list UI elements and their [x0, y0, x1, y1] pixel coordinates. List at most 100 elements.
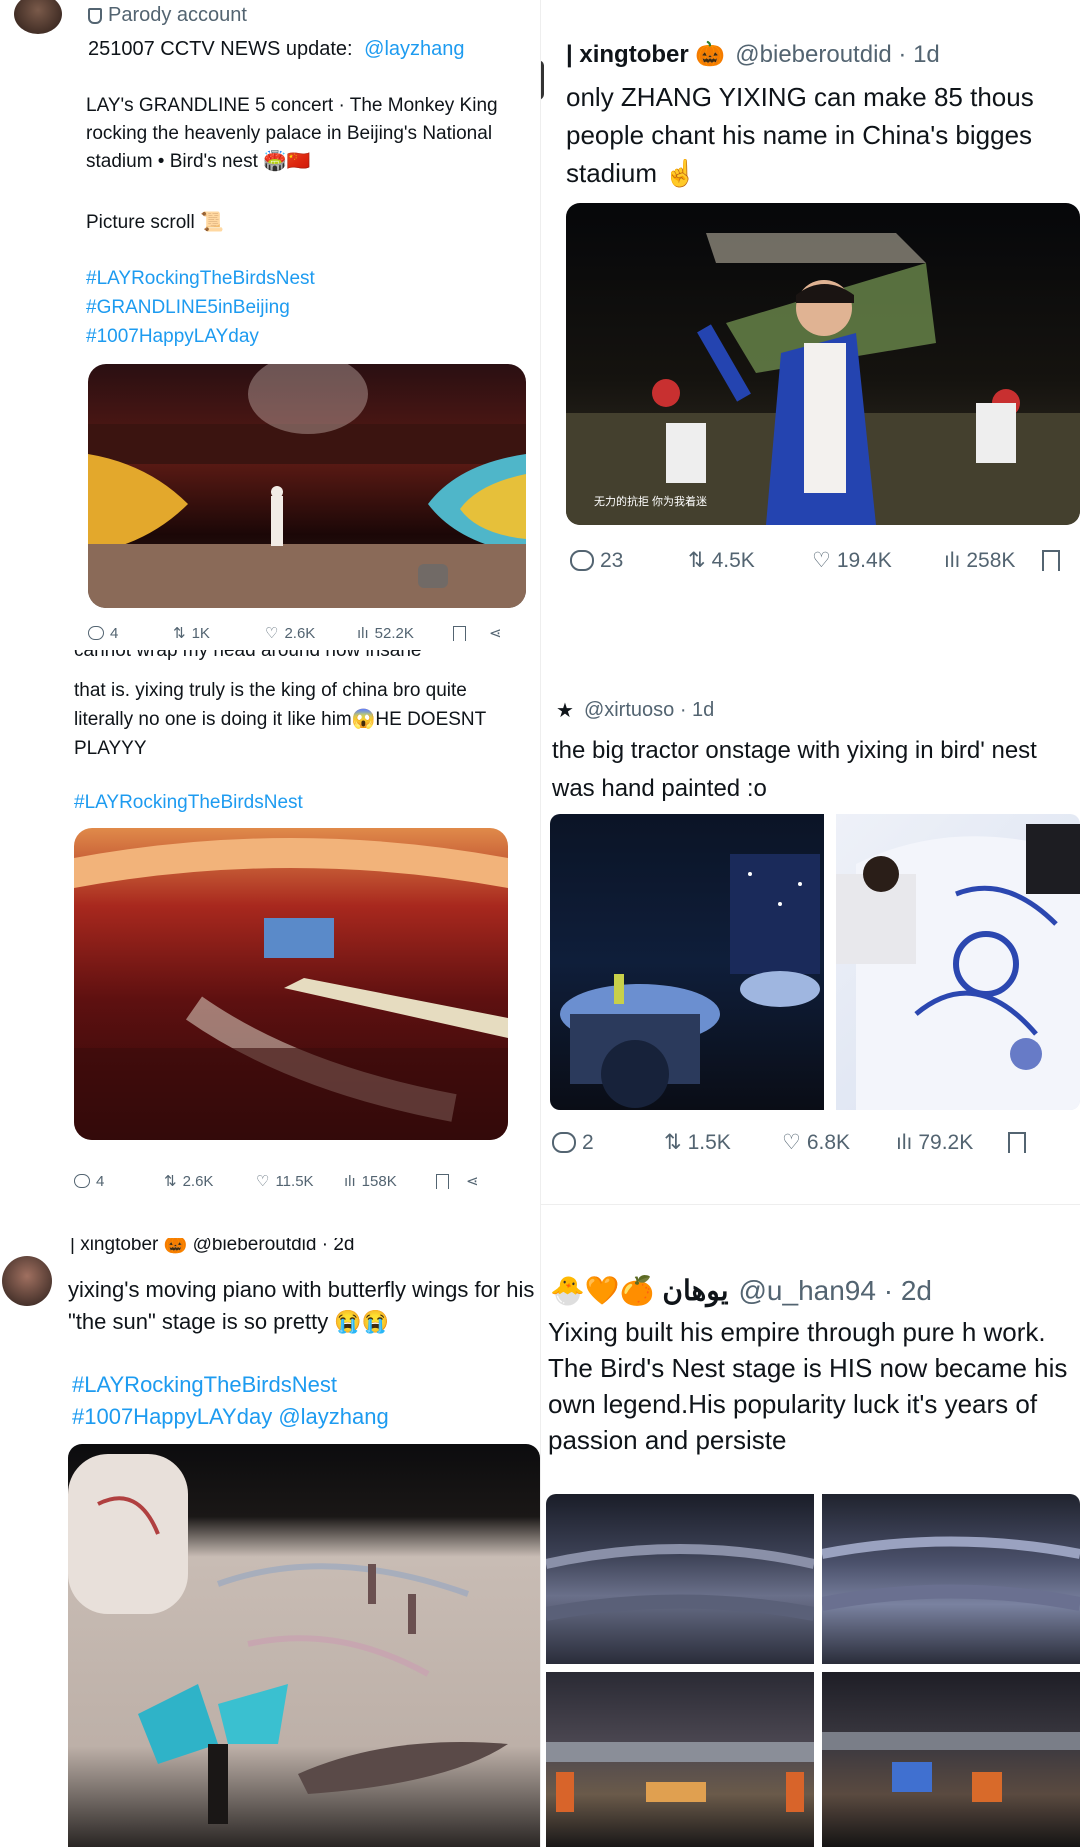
mention-link[interactable]: @layzhang — [364, 38, 464, 60]
repost-icon: ⇅ — [688, 549, 706, 572]
tweet-header: ★ @xirtuoso · 1d — [556, 698, 714, 723]
bookmark-button[interactable] — [1008, 1132, 1026, 1153]
like-button[interactable]: ♡ 19.4K — [812, 548, 944, 573]
mention-link[interactable]: @layzhang — [278, 1404, 388, 1429]
bookmark-icon — [1042, 550, 1060, 571]
like-button[interactable]: ♡ 11.5K — [256, 1172, 344, 1191]
tweet-card-cctv: Parody account 251007 CCTV NEWS update: … — [0, 0, 540, 650]
stadium-crowd-photo-2[interactable] — [822, 1494, 1080, 1664]
performance-video-thumbnail[interactable]: 无力的抗拒 你为我着迷 — [566, 203, 1080, 525]
butterfly-stage-illustration — [68, 1454, 508, 1824]
hashtag-link[interactable]: #1007HappyLAYday — [86, 326, 259, 348]
tractor-stage-photo[interactable] — [550, 814, 824, 1110]
reply-button[interactable]: 4 — [88, 625, 173, 642]
tweet-header-cut: | xingtober 🎃 @bieberoutdid · 2d — [70, 1238, 355, 1255]
handle-time: @xirtuoso · 1d — [583, 699, 715, 721]
stage-lights-illustration — [546, 1742, 814, 1812]
tweet-body-cut: cannot wrap my head around how insane — [74, 650, 422, 661]
stadium-crowd-photo-1[interactable] — [546, 1494, 814, 1664]
crowd-illustration — [822, 1536, 1080, 1611]
tweet-card-king-of-china: cannot wrap my head around how insane th… — [0, 650, 540, 1238]
handle-time: @u_han94 · 2d — [738, 1274, 932, 1306]
heart-icon: ♡ — [782, 1131, 801, 1154]
views-icon: ılı — [344, 1172, 356, 1190]
tweet-card-xingtober: | xingtober 🎃 @bieberoutdid · 1d only ZH… — [540, 0, 1080, 600]
bookmark-button[interactable] — [1042, 550, 1060, 571]
repost-button[interactable]: ⇅ 4.5K — [688, 548, 812, 573]
hashtag-link[interactable]: #1007HappyLAYday — [72, 1404, 272, 1429]
bookmark-icon — [1008, 1132, 1026, 1153]
bookmark-icon — [453, 625, 466, 641]
hand-painting-photo[interactable] — [836, 814, 1080, 1110]
reply-button[interactable]: 4 — [74, 1173, 164, 1190]
views-button[interactable]: ılı 258K — [944, 549, 1042, 573]
handle-time: @bieberoutdid · 1d — [735, 40, 940, 68]
views-button[interactable]: ılı 52.2K — [357, 625, 453, 642]
tweet-body: only ZHANG YIXING can make 85 thous peop… — [566, 82, 1034, 188]
bookmark-button[interactable] — [453, 625, 489, 641]
bookmark-icon — [436, 1173, 449, 1189]
repost-button[interactable]: ⇅ 1K — [173, 624, 265, 643]
reply-icon — [88, 626, 104, 640]
repost-button[interactable]: ⇅ 1.5K — [664, 1130, 782, 1155]
stage-lights-illustration — [822, 1732, 1080, 1802]
reply-button[interactable]: 2 — [552, 1131, 664, 1155]
reply-icon — [570, 550, 594, 571]
views-icon: ılı — [357, 624, 369, 642]
bookmark-button[interactable] — [436, 1173, 466, 1189]
hashtag-link[interactable]: #LAYRockingTheBirdsNest — [86, 268, 315, 290]
stadium-stage-photo-2[interactable] — [822, 1672, 1080, 1847]
share-icon: ⋖ — [466, 1173, 479, 1190]
stadium-wide-photo[interactable] — [74, 828, 508, 1140]
heart-icon: ♡ — [265, 625, 279, 642]
tweet-body: yixing's moving piano with butterfly win… — [68, 1277, 535, 1334]
share-icon: ⋖ — [489, 625, 502, 642]
tweet-body: LAY's GRANDLINE 5 concert · The Monkey K… — [86, 95, 498, 172]
display-name[interactable]: | xingtober 🎃 — [566, 40, 725, 69]
like-button[interactable]: ♡ 2.6K — [265, 624, 357, 643]
collage-divider — [540, 1204, 1080, 1205]
hashtag-link[interactable]: #LAYRockingTheBirdsNest — [72, 1372, 337, 1398]
performer-illustration — [566, 233, 1080, 525]
parody-icon — [88, 7, 102, 24]
tweet-actions: 4 ⇅ 1K ♡ 2.6K ılı 52.2K ⋖ — [88, 624, 502, 642]
tweet-body: the big tractor onstage with yixing in b… — [552, 737, 1037, 802]
tweet-header: 251007 CCTV NEWS update: @layzhang — [88, 38, 465, 60]
avatar[interactable] — [2, 1256, 52, 1306]
reply-icon — [552, 1132, 576, 1153]
share-button[interactable]: ⋖ — [466, 1172, 479, 1190]
crowd-illustration — [546, 1544, 814, 1621]
tweet-card-moving-piano: | xingtober 🎃 @bieberoutdid · 2d yixing'… — [0, 1238, 540, 1847]
repost-icon: ⇅ — [164, 1173, 177, 1190]
tweet-body: Yixing built his empire through pure h w… — [548, 1317, 1068, 1455]
heart-icon: ♡ — [256, 1173, 270, 1190]
hashtag-link[interactable]: #GRANDLINE5inBeijing — [86, 297, 290, 319]
display-name[interactable]: 🐣🧡🍊 يوهان — [550, 1274, 729, 1307]
tweet-card-tractor: ★ @xirtuoso · 1d the big tractor onstage… — [540, 680, 1080, 1200]
tweet-body: that is. yixing truly is the king of chi… — [74, 680, 486, 759]
views-button[interactable]: ılı 158K — [344, 1173, 436, 1190]
butterfly-piano-photo[interactable] — [68, 1444, 540, 1847]
like-button[interactable]: ♡ 6.8K — [782, 1130, 896, 1155]
reply-button[interactable]: 23 — [570, 549, 688, 573]
parody-label: Parody account — [88, 4, 247, 27]
concert-stage-photo[interactable] — [88, 364, 526, 608]
avatar[interactable] — [14, 0, 62, 34]
stage-illustration — [88, 364, 526, 608]
views-button[interactable]: ılı 79.2K — [896, 1131, 1008, 1155]
tweet-actions: 23 ⇅ 4.5K ♡ 19.4K ılı 258K — [570, 548, 1060, 573]
tweet-card-empire: 🐣🧡🍊 يوهان @u_han94 · 2d Yixing built his… — [540, 1238, 1080, 1847]
repost-icon: ⇅ — [664, 1131, 682, 1154]
share-button[interactable]: ⋖ — [489, 624, 502, 642]
tweet-actions: 2 ⇅ 1.5K ♡ 6.8K ılı 79.2K — [552, 1130, 1026, 1155]
stadium-illustration — [74, 838, 508, 1140]
tractor-illustration — [560, 854, 820, 1108]
repost-button[interactable]: ⇅ 2.6K — [164, 1172, 256, 1191]
tweet-header: 🐣🧡🍊 يوهان @u_han94 · 2d — [550, 1274, 932, 1307]
hashtag-line: #1007HappyLAYday @layzhang — [72, 1404, 389, 1430]
hashtag-link[interactable]: #LAYRockingTheBirdsNest — [74, 792, 303, 814]
video-caption: 无力的抗拒 你为我着迷 — [594, 496, 708, 508]
collage-divider — [540, 0, 541, 1847]
stadium-stage-photo-1[interactable] — [546, 1672, 814, 1847]
views-icon: ılı — [896, 1130, 913, 1154]
